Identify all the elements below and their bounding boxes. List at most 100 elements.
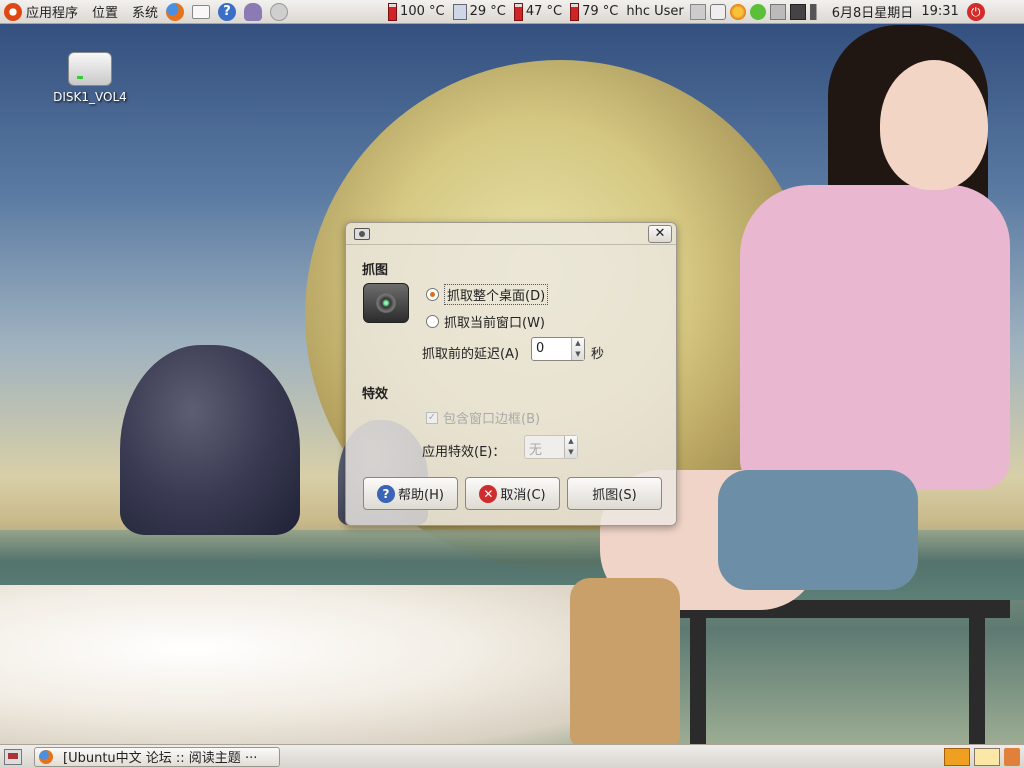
system-menu-label: 系统 [132,6,159,21]
pidgin-icon [244,2,263,21]
select-arrows: ▲ ▼ [564,436,577,458]
close-button[interactable]: ✕ [648,224,672,243]
radio-grab-desktop[interactable]: 抓取整个桌面(D) [426,284,549,305]
screenshot-dialog: ✕ 抓图 抓取整个桌面(D) 抓取当前窗口(W) 抓取前的延迟(A) 0 ▲ ▼ … [345,222,677,526]
thermometer-icon [513,2,523,21]
radio-unselected-icon [426,315,439,328]
hard-disk-icon [452,3,467,20]
cancel-button-label: 取消(C) [500,488,546,503]
cancel-icon: ✕ [479,484,498,503]
wallpaper-figure-skirt [718,470,918,590]
grab-section-heading: 抓图 [362,263,389,278]
up-arrow-icon: ▲ [575,339,581,347]
down-arrow-icon: ▼ [568,448,574,456]
include-border-label: 包含窗口边框(B) [443,412,541,427]
desktop-drive-icon[interactable]: DISK1_VOL4 [40,52,140,104]
include-border-checkbox[interactable]: ✓ 包含窗口边框(B) [426,408,540,427]
time-text: 19:31 [921,4,959,19]
sensor-value: 79 °C [582,4,619,19]
help-button-label: 帮助(H) [398,488,444,503]
dialog-titlebar[interactable]: ✕ [346,223,676,245]
applications-menu-label: 应用程序 [26,6,79,21]
wallpaper-stool [680,600,1010,748]
drive-label: DISK1_VOL4 [53,90,127,104]
sensor-disk[interactable]: 29 °C [449,0,510,24]
sensor-value: 100 °C [400,4,445,19]
places-menu[interactable]: 位置 [88,0,122,24]
wallpaper-figure-shirt [740,185,1010,490]
mail-icon [192,4,211,19]
taskbar-window-title: [Ubuntu中文 论坛 :: 阅读主题 ··· [63,751,258,766]
effect-label: 应用特效(E)： [422,445,506,460]
thermometer-icon [388,2,398,21]
workspace-2[interactable] [974,748,1000,766]
camera-icon [354,227,370,240]
taskbar-window-button[interactable]: [Ubuntu中文 论坛 :: 阅读主题 ··· [34,746,280,767]
wallpaper-sand [0,585,640,745]
delay-label: 抓取前的延迟(A) [422,347,520,362]
help-icon: ? [218,2,237,21]
sensor-mb[interactable]: 79 °C [566,0,622,24]
wallpaper-figure-face [880,60,988,190]
effect-select[interactable]: 无 ▲ ▼ [524,435,578,459]
monitor-icon[interactable] [789,3,806,20]
delay-unit: 秒 [591,347,605,362]
user-switcher[interactable]: hhc User [622,0,687,24]
help-icon: ? [377,484,396,503]
thermometer-icon [570,2,580,21]
grab-button-label: 抓图(S) [592,488,637,503]
top-panel: 应用程序 位置 系统 ? 100 °C 29 °C 47 °C 79 °C hh… [0,0,1024,24]
effects-section-heading: 特效 [362,387,389,402]
delay-spinner[interactable]: 0 ▲ ▼ [531,337,585,361]
bottom-panel: [Ubuntu中文 论坛 :: 阅读主题 ··· [0,744,1024,768]
spinner-arrows[interactable]: ▲ ▼ [571,338,584,360]
sensor-value: 29 °C [469,4,506,19]
camera-graphic-icon [363,283,409,323]
power-icon: ⏻ [966,2,985,21]
pidgin-launcher[interactable] [240,0,266,24]
radio-selected-icon [426,288,439,301]
firefox-icon [39,749,53,764]
firefox-icon [166,2,185,21]
radio-grab-desktop-label: 抓取整个桌面(D) [444,284,549,305]
update-notifier-icon[interactable] [729,3,746,20]
places-menu-label: 位置 [92,6,119,21]
wallpaper-rock [120,345,300,535]
wallpaper-figure-boot [570,578,680,746]
user-name: hhc User [626,4,684,19]
cancel-button[interactable]: ✕ 取消(C) [465,477,560,510]
applications-menu[interactable]: 应用程序 [0,0,82,24]
clock[interactable]: 6月8日星期日 19:31 [828,0,963,24]
effect-value: 无 [529,443,543,458]
mail-launcher[interactable] [188,0,214,24]
radio-grab-window[interactable]: 抓取当前窗口(W) [426,312,545,331]
system-menu[interactable]: 系统 [128,0,162,24]
printer-icon[interactable] [689,3,706,20]
close-icon: ✕ [654,225,666,241]
workspace-1[interactable] [944,748,970,766]
sensor-value: 47 °C [525,4,563,19]
disk-mount-icon[interactable] [709,3,726,20]
power-button[interactable]: ⏻ [963,0,989,24]
show-desktop-icon[interactable] [4,748,22,765]
trash-icon[interactable] [1004,748,1020,766]
up-arrow-icon: ▲ [568,437,574,445]
grab-button[interactable]: 抓图(S) [567,477,662,510]
network-status-icon[interactable] [749,3,766,20]
volume-icon[interactable] [809,3,826,20]
device-icon[interactable] [769,3,786,20]
delay-value: 0 [536,341,545,356]
radio-grab-window-label: 抓取当前窗口(W) [444,316,545,331]
sensor-gpu[interactable]: 47 °C [510,0,566,24]
down-arrow-icon: ▼ [575,350,581,358]
checkbox-checked-icon: ✓ [426,411,438,424]
help-launcher[interactable]: ? [214,0,240,24]
tomboy-icon [270,2,289,21]
ubuntu-logo-icon [4,2,22,21]
tomboy-launcher[interactable] [266,0,292,24]
help-button[interactable]: ? 帮助(H) [363,477,458,510]
hard-drive-icon [68,52,112,86]
date-text: 6月8日星期日 [831,6,914,21]
sensor-cpu[interactable]: 100 °C [384,0,449,24]
firefox-launcher[interactable] [162,0,188,24]
